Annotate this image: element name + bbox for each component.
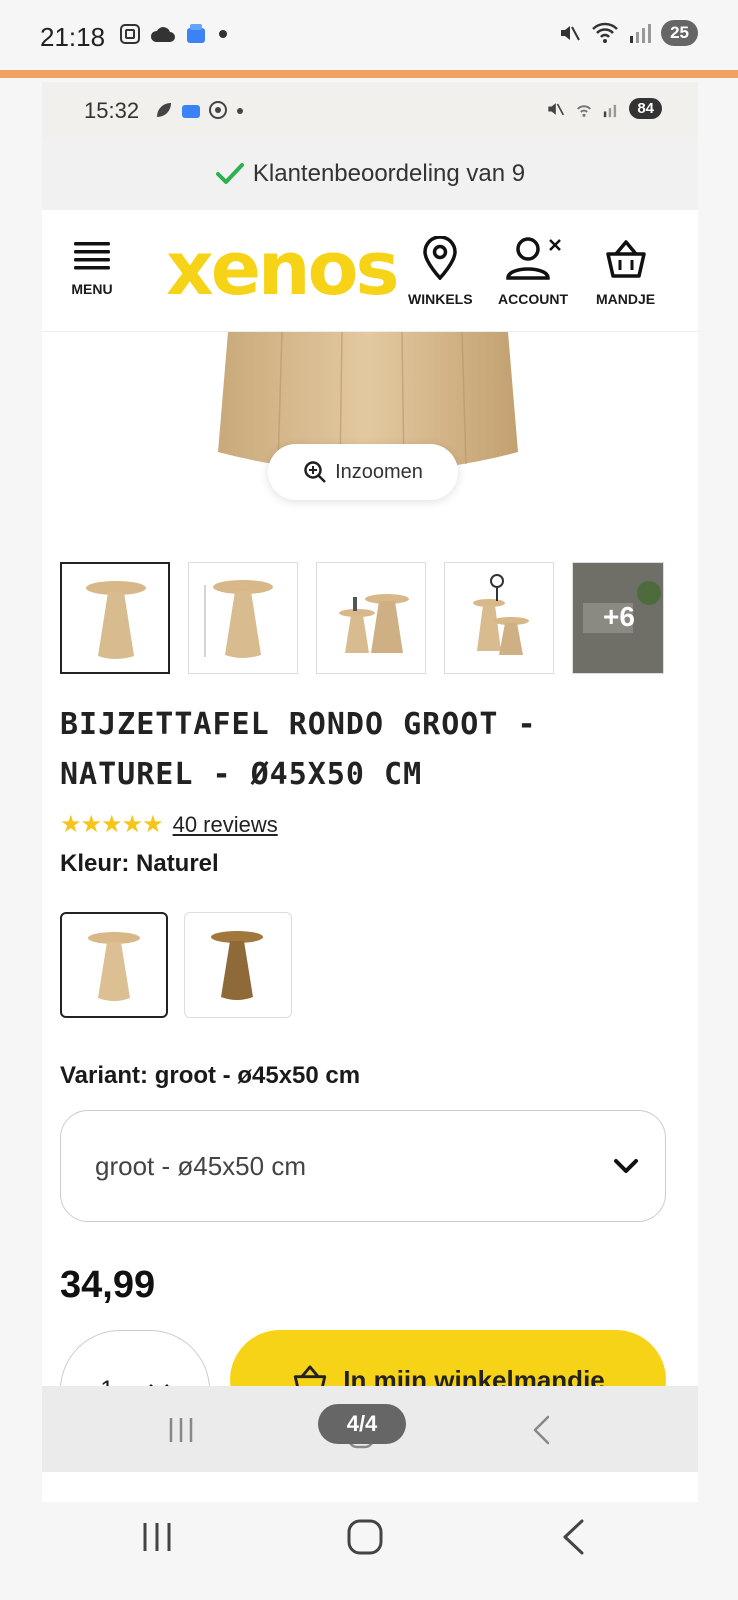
status-time: 21:18 — [40, 22, 106, 52]
swatch-image — [211, 931, 263, 1000]
hamburger-icon — [74, 242, 110, 270]
account-icon — [506, 237, 561, 280]
status-system-icons: 25 — [557, 20, 698, 46]
inner-navigation-bar: 4/4 — [42, 1386, 698, 1472]
swatch-image — [88, 932, 140, 1001]
account-button[interactable]: ACCOUNT — [498, 236, 568, 307]
stores-button[interactable]: WINKELS — [408, 235, 473, 307]
back-icon[interactable] — [530, 1414, 552, 1446]
battery-indicator: 25 — [661, 20, 698, 46]
thumbnail-3[interactable] — [316, 562, 426, 674]
thumbnail-image — [473, 574, 529, 655]
site-header: MENU xenos WINKELS ACCOUNT MANDJE — [42, 210, 698, 332]
color-swatches — [60, 912, 292, 1018]
swatch-naturel[interactable] — [60, 912, 168, 1018]
page-indicator: 4/4 — [318, 1404, 406, 1444]
inner-notification-icons — [154, 100, 246, 120]
product-main-image[interactable]: Inzoomen — [42, 332, 698, 562]
signal-icon — [630, 24, 652, 43]
mute-icon — [548, 102, 565, 115]
app-box-icon — [182, 105, 200, 118]
location-pin-icon — [423, 235, 458, 281]
zoom-label: Inzoomen — [335, 460, 423, 483]
cart-label: MANDJE — [596, 291, 656, 307]
mute-icon — [561, 26, 580, 41]
outer-status-bar: 21:18 25 — [0, 0, 738, 70]
wifi-icon — [577, 104, 592, 117]
thumbnail-image — [204, 580, 273, 658]
inner-status-time: 15:32 — [84, 98, 140, 123]
signal-icon — [604, 104, 617, 117]
chevron-down-icon — [614, 1159, 638, 1173]
star-rating: ★★★★★ — [60, 811, 164, 838]
review-banner: Klantenbeoordeling van 9 — [42, 138, 698, 210]
accent-divider — [0, 70, 738, 78]
thumbnail-4[interactable] — [444, 562, 554, 674]
thumbnail-1[interactable] — [60, 562, 170, 674]
more-images-count: +6 — [603, 601, 635, 632]
reviews-link[interactable]: 40 reviews — [173, 812, 278, 838]
thumbnail-strip: +6 — [60, 562, 680, 674]
review-banner-text: Klantenbeoordeling van 9 — [252, 160, 526, 187]
check-icon — [215, 163, 244, 184]
product-title-line-2: NATUREL - Ø45X50 CM — [60, 757, 423, 792]
recent-apps-icon[interactable] — [140, 1520, 174, 1554]
inner-system-icons: 84 — [545, 98, 662, 119]
dot-icon — [219, 30, 227, 38]
recent-apps-icon[interactable] — [166, 1416, 196, 1444]
inner-status-bar: 15:32 84 — [42, 82, 698, 138]
product-title: BIJZETTAFEL RONDO GROOT - NATUREL - Ø45X… — [60, 700, 680, 800]
variant-select[interactable]: groot - ø45x50 cm — [60, 1110, 666, 1222]
stores-label: WINKELS — [408, 291, 473, 307]
thumbnail-image — [339, 594, 409, 653]
variant-select-value: groot - ø45x50 cm — [95, 1150, 306, 1181]
account-label: ACCOUNT — [498, 291, 568, 307]
variant-label: Variant: groot - ø45x50 cm — [60, 1062, 361, 1089]
zoom-button[interactable]: Inzoomen — [268, 444, 458, 500]
ball-icon — [209, 101, 227, 119]
leaf-icon — [157, 103, 171, 117]
screenshot-icon — [120, 24, 140, 44]
home-icon[interactable] — [346, 1518, 384, 1556]
thumbnail-image — [86, 581, 146, 659]
xenos-logo[interactable]: xenos — [166, 232, 399, 306]
back-icon[interactable] — [560, 1518, 586, 1556]
rating-row: ★★★★★ 40 reviews — [60, 810, 278, 839]
color-label: Kleur: Naturel — [60, 850, 219, 877]
app-box-icon — [187, 24, 205, 43]
product-title-line-1: BIJZETTAFEL RONDO GROOT - — [60, 707, 537, 742]
product-price: 34,99 — [60, 1264, 156, 1306]
status-notification-icons — [118, 22, 230, 46]
thumbnail-more[interactable]: +6 — [572, 562, 664, 674]
thumbnail-2[interactable] — [188, 562, 298, 674]
embedded-screenshot: 15:32 84 Klantenbeoordeling van 9 MENU x… — [42, 82, 698, 1502]
dot-icon — [237, 108, 243, 114]
cart-button[interactable]: MANDJE — [596, 236, 655, 307]
basket-icon — [605, 240, 646, 278]
cloud-icon — [150, 27, 175, 42]
inner-battery-indicator: 84 — [629, 98, 662, 119]
menu-label: MENU — [71, 281, 113, 297]
outer-navigation-bar — [0, 1502, 738, 1600]
zoom-in-icon — [304, 461, 326, 483]
menu-button[interactable]: MENU — [64, 240, 120, 297]
wifi-icon — [592, 22, 618, 43]
swatch-dark[interactable] — [184, 912, 292, 1018]
